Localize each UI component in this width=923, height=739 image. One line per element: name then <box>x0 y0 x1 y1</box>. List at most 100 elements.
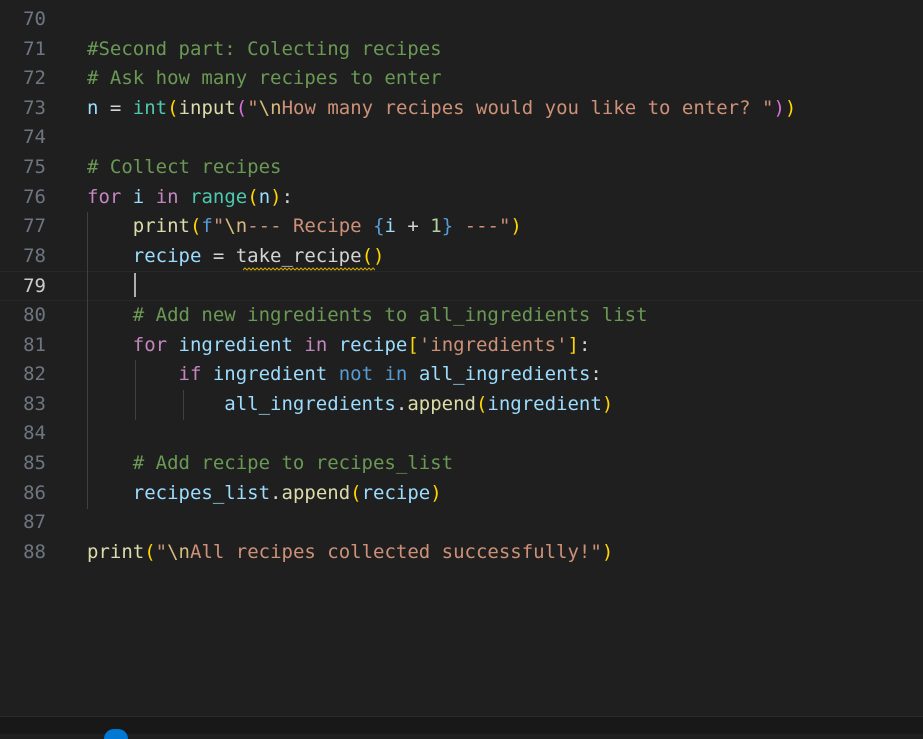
line-number: 76 <box>23 185 46 208</box>
code-line[interactable]: 73 n = int(input("\nHow many recipes woul… <box>0 94 923 124</box>
code-token: in <box>304 333 328 356</box>
code-token: recipes_list <box>132 481 271 504</box>
code-token: take_recipe <box>235 244 362 267</box>
line-number: 79 <box>23 275 46 298</box>
code-token: . <box>270 481 282 504</box>
indent-guide-level-2 <box>135 360 136 420</box>
code-line[interactable]: 76 for i in range(n): <box>0 183 923 213</box>
code-token: " <box>247 96 259 119</box>
code-token: recipe <box>132 244 202 267</box>
line-number: 80 <box>23 304 46 326</box>
code-line[interactable]: 77 print(f"\n--- Recipe {i + 1} ---") <box>0 212 923 242</box>
text-cursor <box>134 273 136 297</box>
line-number: 71 <box>23 37 46 60</box>
code-line[interactable]: 72 # Ask how many recipes to enter <box>0 64 923 94</box>
line-number: 82 <box>23 363 46 386</box>
code-text: # Add new ingredients to all_ingredients… <box>87 301 648 331</box>
code-text: n = int(input("\nHow many recipes would … <box>87 94 796 124</box>
code-token: append <box>281 481 351 504</box>
code-token: ingredient <box>487 392 602 415</box>
code-token: ( <box>189 215 202 238</box>
code-token: How many recipes would you like to enter… <box>281 96 774 119</box>
code-line[interactable]: 71 #Second part: Colecting recipes <box>0 35 923 65</box>
code-token: ( <box>247 185 259 208</box>
code-token: not <box>338 363 374 386</box>
code-token: ( <box>361 244 374 267</box>
code-token: . <box>395 392 408 415</box>
code-text: #Second part: Colecting recipes <box>87 35 442 65</box>
line-number: 83 <box>23 392 46 415</box>
code-token: range <box>190 185 248 208</box>
code-editor[interactable]: 70 71 #Second part: Colecting recipes 72 # A… <box>0 0 923 716</box>
code-line[interactable]: 74 <box>0 123 923 153</box>
code-text: if ingredient not in all_ingredients: <box>87 360 602 390</box>
code-line[interactable]: 70 <box>0 5 923 35</box>
code-line[interactable]: 84 <box>0 419 923 449</box>
line-number: 86 <box>23 481 46 504</box>
code-text: print("\nAll recipes collected successfu… <box>87 538 613 568</box>
code-line[interactable]: 88 print("\nAll recipes collected success… <box>0 538 923 568</box>
code-token: ( <box>350 481 362 504</box>
code-token: # Collect recipes <box>87 156 282 178</box>
indent-guide-level-1 <box>87 212 88 509</box>
code-line[interactable]: 78 recipe = take_recipe() <box>0 242 923 272</box>
code-line[interactable]: 81 for ingredient in recipe['ingredients… <box>0 331 923 361</box>
code-line[interactable]: 80 # Add new ingredients to all_ingredie… <box>0 301 923 331</box>
code-token: #Second part: Colecting recipes <box>87 37 442 60</box>
code-token: ( <box>475 392 488 415</box>
code-line[interactable]: 79 <box>0 271 923 301</box>
code-token: { <box>373 215 385 238</box>
code-text: all_ingredients.append(ingredient) <box>87 390 613 420</box>
code-line[interactable]: 86 recipes_list.append(recipe) <box>0 479 923 509</box>
line-number: 70 <box>23 8 46 30</box>
code-line[interactable]: 82 if ingredient not in all_ingredients: <box>0 360 923 390</box>
code-token: ) <box>430 481 442 504</box>
code-token: f <box>201 215 213 238</box>
code-token: : <box>281 185 294 208</box>
line-number: 81 <box>23 333 46 356</box>
code-token: ) <box>270 185 282 208</box>
code-token: ) <box>773 96 785 119</box>
code-line[interactable]: 87 <box>0 508 923 538</box>
code-token: --- Recipe <box>247 215 374 238</box>
code-token: [ <box>407 333 419 356</box>
code-token: all_ingredients <box>418 363 591 386</box>
code-line[interactable]: 75 # Collect recipes <box>0 153 923 183</box>
code-line[interactable]: 83 all_ingredients.append(ingredient) <box>0 390 923 420</box>
line-number: 87 <box>23 511 46 534</box>
code-token: print <box>87 540 145 563</box>
code-token: recipe <box>361 481 431 504</box>
code-token: \n <box>258 96 282 119</box>
code-token: } <box>441 215 454 238</box>
code-token: print <box>132 215 190 238</box>
code-token: if <box>178 363 202 386</box>
code-text: # Ask how many recipes to enter <box>87 64 442 94</box>
code-token: : <box>590 363 602 386</box>
code-text: for ingredient in recipe['ingredients']: <box>87 331 591 361</box>
code-token: n <box>258 185 271 208</box>
code-text: # Collect recipes <box>87 153 281 183</box>
code-token: for <box>132 333 168 356</box>
line-number: 84 <box>23 422 46 445</box>
code-token: for <box>87 185 122 208</box>
code-token: recipe <box>338 333 408 356</box>
account-icon[interactable] <box>104 729 128 739</box>
code-line[interactable]: 85 # Add recipe to recipes_list <box>0 449 923 479</box>
code-token: in <box>155 185 179 208</box>
code-token: in <box>384 363 408 386</box>
line-number: 88 <box>23 540 46 563</box>
code-token: \n <box>167 540 190 563</box>
code-token: = <box>201 244 236 267</box>
code-token: : <box>579 333 591 356</box>
code-token: " <box>212 215 225 238</box>
code-token: ) <box>510 215 522 238</box>
